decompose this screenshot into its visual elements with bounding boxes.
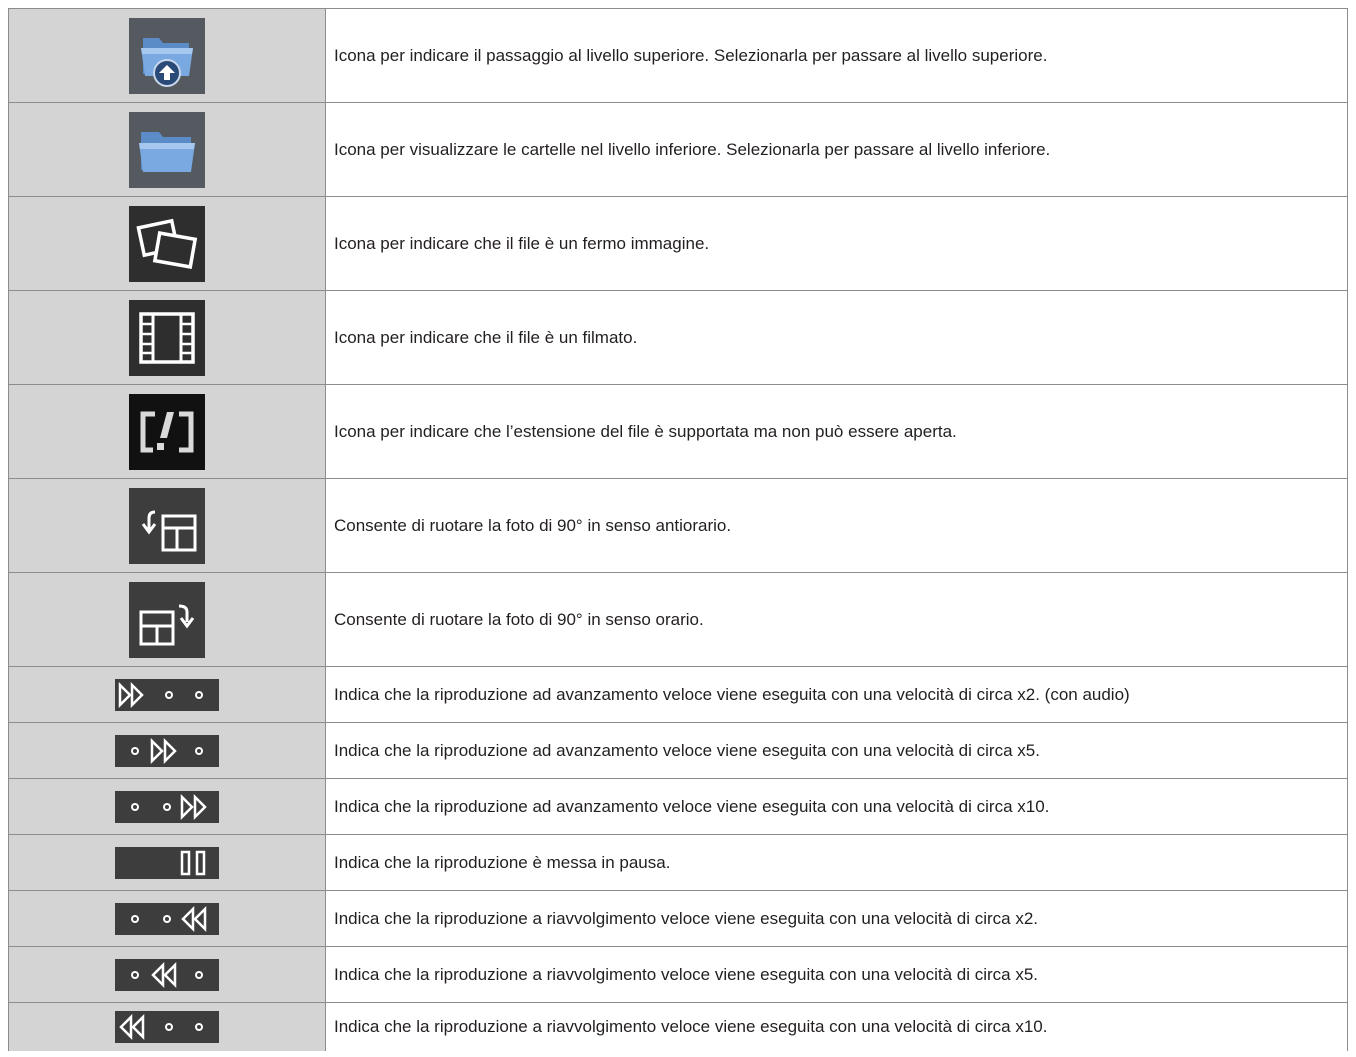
pause-icon <box>115 846 219 879</box>
icon-legend: Icona per indicare il passaggio al livel… <box>8 8 1348 1051</box>
movie-file-icon <box>129 299 205 376</box>
table-row: Icona per indicare che il file è un ferm… <box>8 196 1348 291</box>
row-description: Consente di ruotare la foto di 90° in se… <box>325 572 1348 667</box>
folder-up-icon <box>129 17 205 94</box>
still-image-icon <box>129 205 205 282</box>
rewind-x5-icon <box>115 958 219 991</box>
table-row: Indica che la riproduzione a riavvolgime… <box>8 946 1348 1003</box>
row-description: Icona per indicare che il file è un film… <box>325 290 1348 385</box>
table-row: Consente di ruotare la foto di 90° in se… <box>8 478 1348 573</box>
table-row: Indica che la riproduzione a riavvolgime… <box>8 1002 1348 1051</box>
table-row: Indica che la riproduzione ad avanzament… <box>8 778 1348 835</box>
unsupported-file-icon <box>129 393 205 470</box>
row-description: Indica che la riproduzione ad avanzament… <box>325 722 1348 779</box>
fast-forward-x2-icon <box>115 678 219 711</box>
rotate-right-icon <box>129 581 205 658</box>
row-description: Indica che la riproduzione a riavvolgime… <box>325 1002 1348 1051</box>
table-row: Indica che la riproduzione è messa in pa… <box>8 834 1348 891</box>
row-description: Indica che la riproduzione ad avanzament… <box>325 778 1348 835</box>
fast-forward-x5-icon <box>115 734 219 767</box>
fast-forward-x10-icon <box>115 790 219 823</box>
table-row: Icona per indicare che il file è un film… <box>8 290 1348 385</box>
table-row: Indica che la riproduzione a riavvolgime… <box>8 890 1348 947</box>
table-row: Indica che la riproduzione ad avanzament… <box>8 666 1348 723</box>
rewind-x10-icon <box>115 1011 219 1043</box>
table-row: Consente di ruotare la foto di 90° in se… <box>8 572 1348 667</box>
row-description: Indica che la riproduzione a riavvolgime… <box>325 946 1348 1003</box>
table-row: Indica che la riproduzione ad avanzament… <box>8 722 1348 779</box>
row-description: Indica che la riproduzione è messa in pa… <box>325 834 1348 891</box>
row-description: Icona per visualizzare le cartelle nel l… <box>325 102 1348 197</box>
row-description: Indica che la riproduzione a riavvolgime… <box>325 890 1348 947</box>
rewind-x2-icon <box>115 902 219 935</box>
table-row: Icona per visualizzare le cartelle nel l… <box>8 102 1348 197</box>
icon-table: Icona per indicare il passaggio al livel… <box>8 8 1348 1051</box>
rotate-left-icon <box>129 487 205 564</box>
row-description: Icona per indicare che l’estensione del … <box>325 384 1348 479</box>
row-description: Consente di ruotare la foto di 90° in se… <box>325 478 1348 573</box>
table-row: Icona per indicare il passaggio al livel… <box>8 8 1348 103</box>
row-description: Icona per indicare il passaggio al livel… <box>325 8 1348 103</box>
folder-icon <box>129 111 205 188</box>
row-description: Indica che la riproduzione ad avanzament… <box>325 666 1348 723</box>
row-description: Icona per indicare che il file è un ferm… <box>325 196 1348 291</box>
table-row: Icona per indicare che l’estensione del … <box>8 384 1348 479</box>
